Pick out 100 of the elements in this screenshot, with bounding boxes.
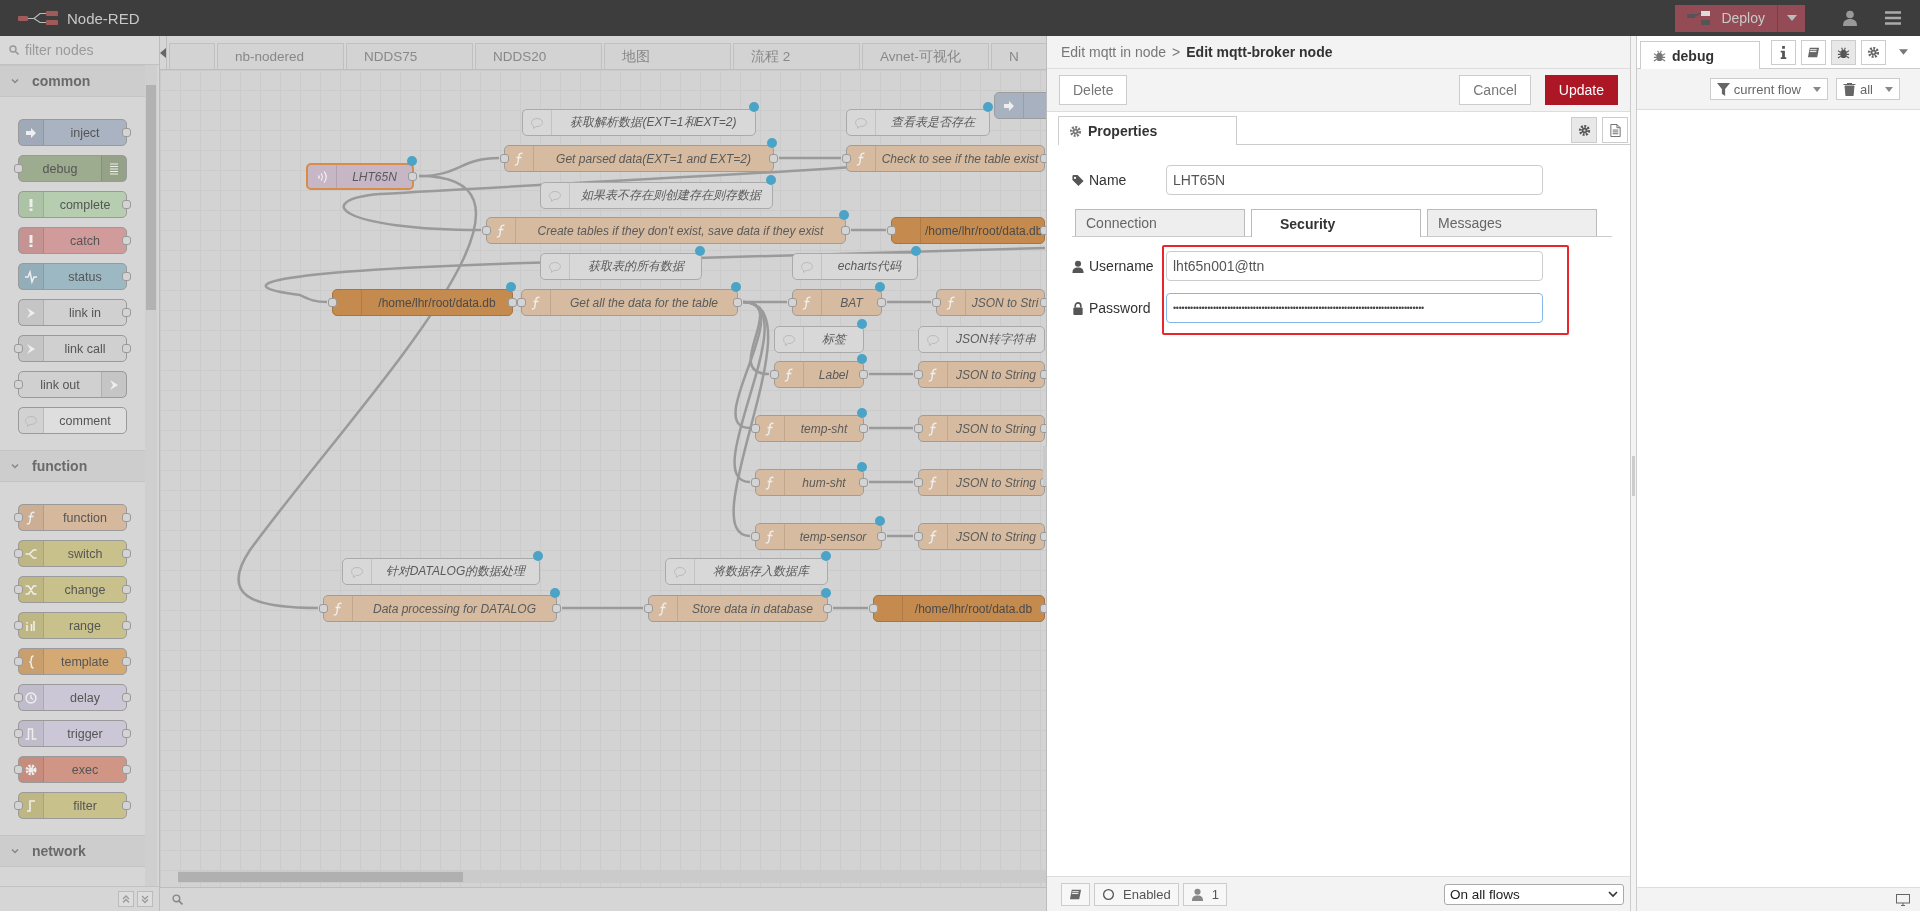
list-lines-icon (107, 160, 121, 177)
section-tab[interactable]: Connection (1075, 209, 1245, 236)
name-field[interactable]: LHT65N (1166, 165, 1543, 195)
scrollbar[interactable] (178, 871, 1046, 883)
filter-dropdown[interactable]: current flow (1709, 78, 1828, 100)
category-header[interactable]: common (0, 65, 145, 97)
debug-button[interactable] (1831, 40, 1856, 65)
deploy-menu-button[interactable] (1777, 4, 1805, 32)
palette-node[interactable]: comment (18, 407, 127, 434)
bug-icon (1837, 46, 1850, 59)
radio-waves-icon (315, 168, 329, 185)
workspace-tab[interactable]: NDDS20 (475, 43, 602, 69)
note-node[interactable]: 查看表是否存在 (846, 109, 990, 136)
input-port (14, 693, 23, 702)
wire (833, 606, 868, 610)
input-port (14, 380, 23, 389)
app-title: Node-RED (67, 9, 140, 27)
input-port (517, 298, 526, 307)
book-icon (1807, 46, 1820, 59)
settings-button[interactable] (1571, 117, 1597, 143)
scroll-left-button[interactable] (160, 36, 167, 69)
input-port (869, 604, 878, 613)
wire (869, 426, 913, 430)
users-button[interactable]: 1 (1182, 882, 1227, 906)
input-port (14, 549, 23, 558)
trash-icon (1843, 82, 1856, 96)
double-chevron-down-icon (140, 894, 150, 904)
input-port (842, 154, 851, 163)
gear-icon (1577, 123, 1591, 137)
help-button[interactable] (1061, 882, 1090, 906)
sidebar-tab[interactable]: debug (1640, 41, 1760, 69)
scrollbar[interactable] (145, 65, 157, 886)
settings-button[interactable] (1861, 40, 1886, 65)
caret-icon[interactable] (1899, 49, 1908, 55)
splitter-handle[interactable] (1632, 456, 1635, 496)
filter-step-icon (24, 797, 38, 814)
help-button[interactable] (1801, 40, 1826, 65)
delete-button[interactable]: Delete (1059, 75, 1128, 105)
deploy-icon (1687, 11, 1712, 25)
workspace-tab[interactable]: Avnet-可视化 (862, 43, 989, 69)
workspace-tab[interactable]: 流程 2 (733, 43, 860, 69)
note-node[interactable]: 获取解析数据(EXT=1和EXT=2) (522, 109, 756, 136)
output-port (508, 298, 517, 307)
note-node[interactable]: 将数据存入数据库 (665, 558, 828, 585)
user-icon[interactable] (1843, 10, 1857, 26)
section-tab[interactable]: Security (1251, 209, 1421, 237)
breadcrumb-link[interactable]: Edit mqtt in node (1061, 44, 1167, 60)
password-field[interactable]: •••••••••••••••••••••••••••••••••••••••••••••••••••••••••••••••••••••••••••••••••••••••• (1166, 293, 1543, 323)
category-header[interactable]: network (0, 835, 145, 867)
enabled-toggle[interactable]: Enabled (1094, 882, 1179, 906)
workspace-tab[interactable]: N (991, 43, 1046, 69)
note-node[interactable]: JSON转字符串 (918, 326, 1045, 353)
input-port (500, 154, 509, 163)
breadcrumb-title: Edit mqtt-broker node (1186, 44, 1333, 60)
workspace-tab[interactable]: 地图 (604, 43, 731, 69)
output-port (122, 549, 131, 558)
output-port (122, 801, 131, 810)
scope-select[interactable]: On all flows (1444, 883, 1624, 905)
note-node[interactable]: echarts代码 (792, 253, 918, 280)
workspace-tab[interactable]: nb-nodered (217, 43, 344, 69)
note-node[interactable]: 如果表不存在则创建存在则存数据 (540, 182, 773, 209)
output-port (769, 154, 778, 163)
filter-field[interactable]: filter nodes (23, 41, 147, 59)
note-node[interactable]: 针对DATALOG的数据处理 (342, 558, 540, 585)
workspace-tab[interactable]: NDDS75 (346, 43, 473, 69)
input-port (319, 604, 328, 613)
update-button[interactable]: Update (1544, 75, 1618, 105)
category-name: common (32, 73, 91, 89)
flow-node[interactable]: LHT65N (306, 163, 414, 190)
output-port (122, 693, 131, 702)
output-port (122, 128, 131, 137)
section-tab[interactable]: Messages (1427, 209, 1597, 236)
flow-node[interactable] (994, 92, 1046, 119)
output-port (122, 513, 131, 522)
input-port (914, 532, 923, 541)
description-button[interactable] (1602, 117, 1628, 143)
properties-tab[interactable]: Properties (1058, 116, 1237, 145)
wire (869, 372, 913, 376)
output-port (122, 621, 131, 630)
output-port (122, 765, 131, 774)
wire (869, 480, 913, 484)
note-node[interactable]: 标签 (774, 326, 864, 353)
username-field[interactable]: lht65n001@ttn (1166, 251, 1543, 281)
circle-icon (1102, 887, 1115, 901)
splitter-handle[interactable] (1043, 446, 1047, 486)
gear-icon (1069, 124, 1082, 138)
category-header[interactable]: function (0, 450, 145, 482)
user-icon (1190, 887, 1204, 901)
monitor-icon[interactable] (1896, 893, 1910, 906)
note-node[interactable]: 获取表的所有数据 (540, 253, 702, 280)
input-port (887, 226, 896, 235)
search-icon[interactable] (172, 894, 183, 905)
output-port (122, 729, 131, 738)
cancel-button[interactable]: Cancel (1459, 75, 1531, 105)
menu-icon[interactable] (1885, 11, 1901, 25)
deploy-button[interactable]: Deploy (1675, 4, 1777, 32)
input-port (14, 344, 23, 353)
input-port (914, 478, 923, 487)
clear-dropdown[interactable]: all (1836, 78, 1900, 100)
info-button[interactable] (1771, 40, 1796, 65)
